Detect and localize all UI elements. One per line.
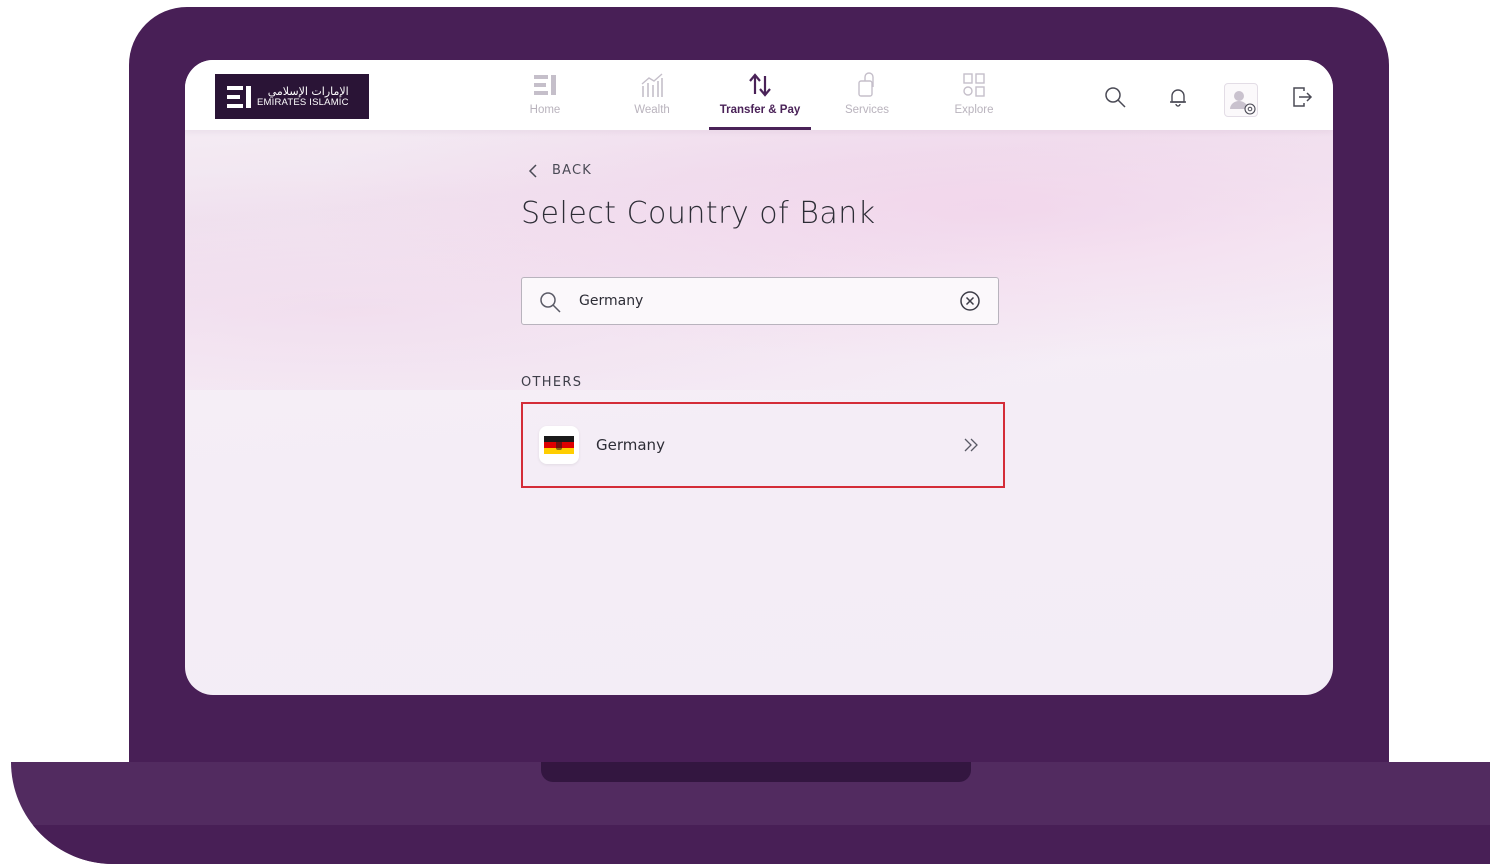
double-chevron-right-icon — [964, 438, 978, 452]
bell-icon — [1170, 89, 1186, 107]
transfer-arrows-icon — [749, 73, 771, 97]
chevron-left-icon — [528, 163, 537, 178]
page-title: Select Country of Bank — [521, 196, 876, 231]
country-search-box[interactable] — [521, 277, 999, 325]
notifications-button[interactable] — [1163, 82, 1193, 112]
logo-text: الإمارات الإسلامي EMIRATES ISLAMIC — [257, 86, 349, 108]
app-screen: الإمارات الإسلامي EMIRATES ISLAMIC Home — [185, 60, 1333, 695]
back-link[interactable]: BACK — [528, 163, 592, 178]
logo-english-text: EMIRATES ISLAMIC — [257, 96, 349, 108]
explore-grid-icon — [963, 73, 985, 97]
back-label: BACK — [552, 163, 592, 178]
country-search-input[interactable] — [579, 290, 939, 312]
logo-mark-icon — [227, 85, 251, 108]
profile-button[interactable] — [1224, 83, 1258, 117]
home-icon — [534, 75, 556, 95]
search-icon — [1105, 87, 1126, 108]
clear-circle-icon — [960, 291, 980, 311]
nav-item-explore[interactable]: Explore — [926, 70, 1022, 130]
emirates-islamic-logo[interactable]: الإمارات الإسلامي EMIRATES ISLAMIC — [215, 74, 369, 119]
nav-item-home[interactable]: Home — [497, 70, 593, 130]
wealth-chart-icon — [641, 73, 663, 97]
profile-settings-icon — [1230, 91, 1256, 115]
services-icon — [858, 72, 874, 97]
nav-label-services: Services — [844, 104, 890, 116]
logo-arabic-text: الإمارات الإسلامي — [267, 84, 349, 98]
nav-item-transfer-pay[interactable]: Transfer & Pay — [709, 70, 811, 130]
laptop-notch — [541, 762, 971, 782]
flag-container — [539, 426, 579, 464]
clear-search-button[interactable] — [960, 291, 980, 311]
section-label-others: OTHERS — [521, 375, 583, 390]
active-tab-indicator — [709, 127, 811, 130]
germany-flag-icon — [544, 436, 574, 454]
logout-button[interactable] — [1287, 82, 1317, 112]
nav-item-services[interactable]: Services — [819, 70, 915, 130]
nav-label-wealth: Wealth — [634, 104, 670, 116]
logout-icon — [1293, 87, 1313, 107]
background-wash — [185, 130, 1333, 390]
nav-item-wealth[interactable]: Wealth — [604, 70, 700, 130]
laptop-base-lower — [11, 825, 1490, 864]
header-search-button[interactable] — [1100, 82, 1130, 112]
country-list-item-germany[interactable]: Germany — [521, 402, 1005, 488]
top-navigation-bar: الإمارات الإسلامي EMIRATES ISLAMIC Home — [185, 60, 1333, 130]
nav-label-transfer-pay: Transfer & Pay — [719, 104, 801, 116]
country-name: Germany — [596, 436, 665, 454]
search-icon — [540, 292, 561, 313]
nav-label-home: Home — [529, 104, 561, 116]
nav-label-explore: Explore — [954, 104, 994, 116]
